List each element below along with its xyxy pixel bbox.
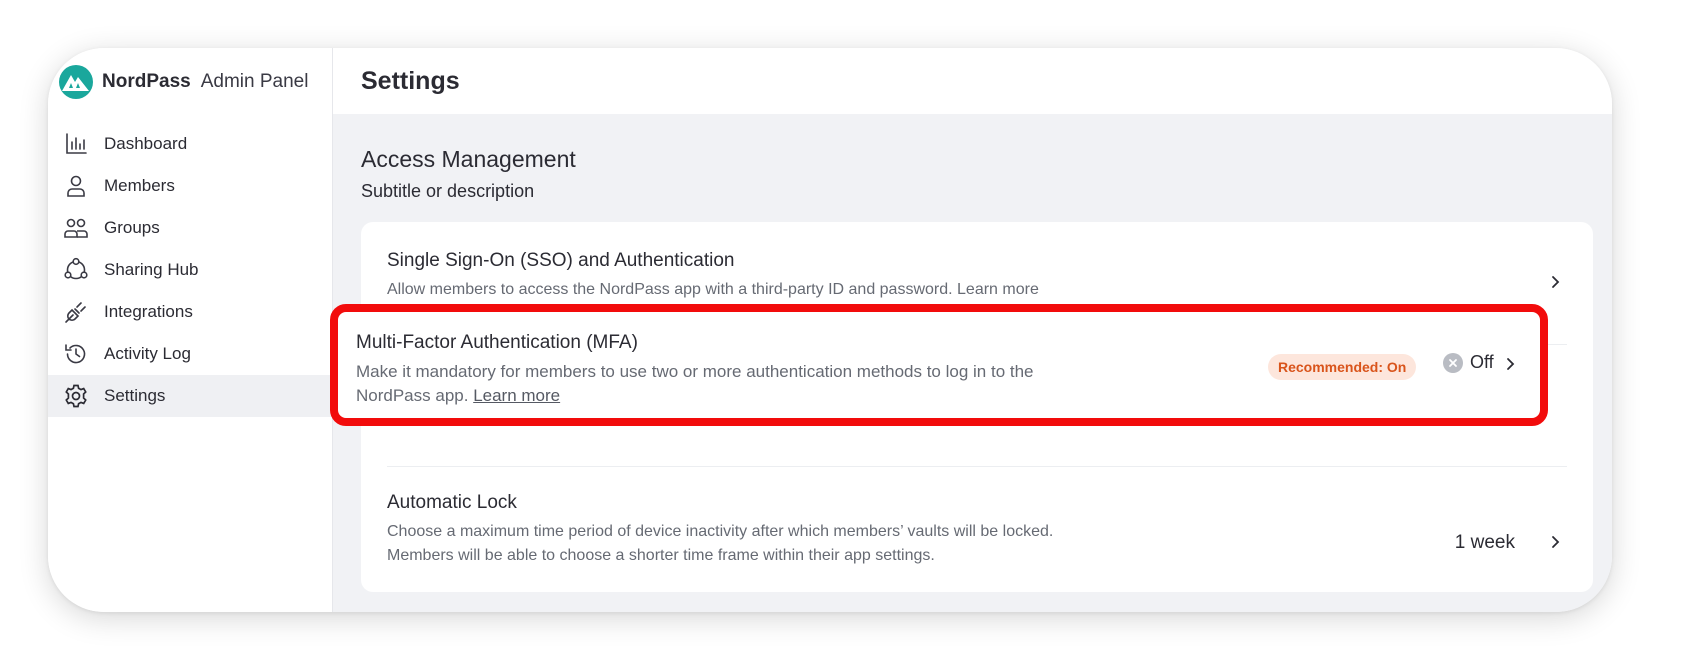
section-title: Access Management	[361, 146, 576, 172]
setting-row-sso[interactable]: Single Sign-On (SSO) and Authentication …	[361, 250, 1593, 302]
sidebar-item-members[interactable]: Members	[48, 165, 333, 207]
sidebar-item-label: Dashboard	[104, 134, 188, 153]
sidebar-item-sharing-hub[interactable]: Sharing Hub	[48, 249, 333, 291]
setting-description-text: NordPass app.	[356, 386, 469, 405]
setting-title: Multi-Factor Authentication (MFA)	[356, 332, 638, 353]
setting-title: Single Sign-On (SSO) and Authentication	[387, 250, 735, 271]
status-indicator: Off	[1443, 352, 1494, 373]
setting-description-line: Members will be able to choose a shorter…	[387, 547, 935, 564]
sidebar-item-label: Activity Log	[104, 344, 191, 363]
setting-description: Allow members to access the NordPass app…	[387, 281, 1039, 298]
sidebar-item-label: Settings	[104, 386, 166, 405]
sidebar-item-label: Groups	[104, 218, 160, 237]
recommended-badge: Recommended: On	[1268, 354, 1417, 380]
close-circle-icon	[1443, 352, 1463, 373]
sidebar-item-activity-log[interactable]: Activity Log	[48, 333, 333, 375]
page-title: Settings	[361, 66, 460, 95]
nordpass-logo-icon	[59, 65, 93, 99]
setting-description: Choose a maximum time period of device i…	[387, 520, 1593, 568]
setting-description-line: Make it mandatory for members to use two…	[356, 362, 1034, 381]
section-subtitle: Subtitle or description	[361, 181, 535, 201]
setting-description: Make it mandatory for members to use two…	[356, 360, 1116, 408]
sidebar: NordPass Admin Panel Dashboard Members G…	[48, 48, 333, 612]
sidebar-item-settings[interactable]: Settings	[48, 375, 333, 417]
setting-value: 1 week	[1454, 532, 1515, 553]
sidebar-item-label: Sharing Hub	[104, 260, 199, 279]
brand-subtitle: Admin Panel	[200, 71, 309, 92]
plug-icon	[62, 298, 90, 326]
chevron-right-icon[interactable]	[1545, 532, 1565, 552]
sidebar-item-label: Members	[104, 176, 175, 195]
person-icon	[62, 172, 90, 200]
brand-name: NordPass	[102, 71, 191, 92]
topbar: Settings	[333, 48, 1612, 114]
brand[interactable]: NordPass Admin Panel	[58, 64, 308, 100]
setting-row-mfa-highlighted[interactable]: Multi-Factor Authentication (MFA) Make i…	[330, 304, 1548, 426]
setting-row-automatic-lock[interactable]: Automatic Lock Choose a maximum time per…	[361, 492, 1593, 568]
sidebar-item-dashboard[interactable]: Dashboard	[48, 123, 333, 165]
history-icon	[62, 340, 90, 368]
chart-icon	[62, 130, 90, 158]
chevron-right-icon[interactable]	[1500, 354, 1520, 374]
chevron-right-icon[interactable]	[1545, 272, 1565, 292]
sidebar-item-groups[interactable]: Groups	[48, 207, 333, 249]
section-header: Access Management Subtitle or descriptio…	[361, 146, 576, 202]
learn-more-link[interactable]: Learn more	[473, 386, 560, 405]
group-icon	[62, 214, 90, 242]
setting-description-line: Choose a maximum time period of device i…	[387, 523, 1054, 540]
gear-icon	[62, 382, 90, 410]
share-icon	[62, 256, 90, 284]
setting-text: Multi-Factor Authentication (MFA) Make i…	[356, 332, 1116, 408]
sidebar-item-integrations[interactable]: Integrations	[48, 291, 333, 333]
divider	[387, 466, 1567, 467]
setting-description-line: NordPass app. Learn more	[356, 384, 1116, 408]
sidebar-nav: Dashboard Members Groups Sharing Hub Int…	[48, 123, 333, 417]
sidebar-item-label: Integrations	[104, 302, 193, 321]
setting-title: Automatic Lock	[387, 492, 517, 513]
status-text: Off	[1470, 352, 1494, 372]
